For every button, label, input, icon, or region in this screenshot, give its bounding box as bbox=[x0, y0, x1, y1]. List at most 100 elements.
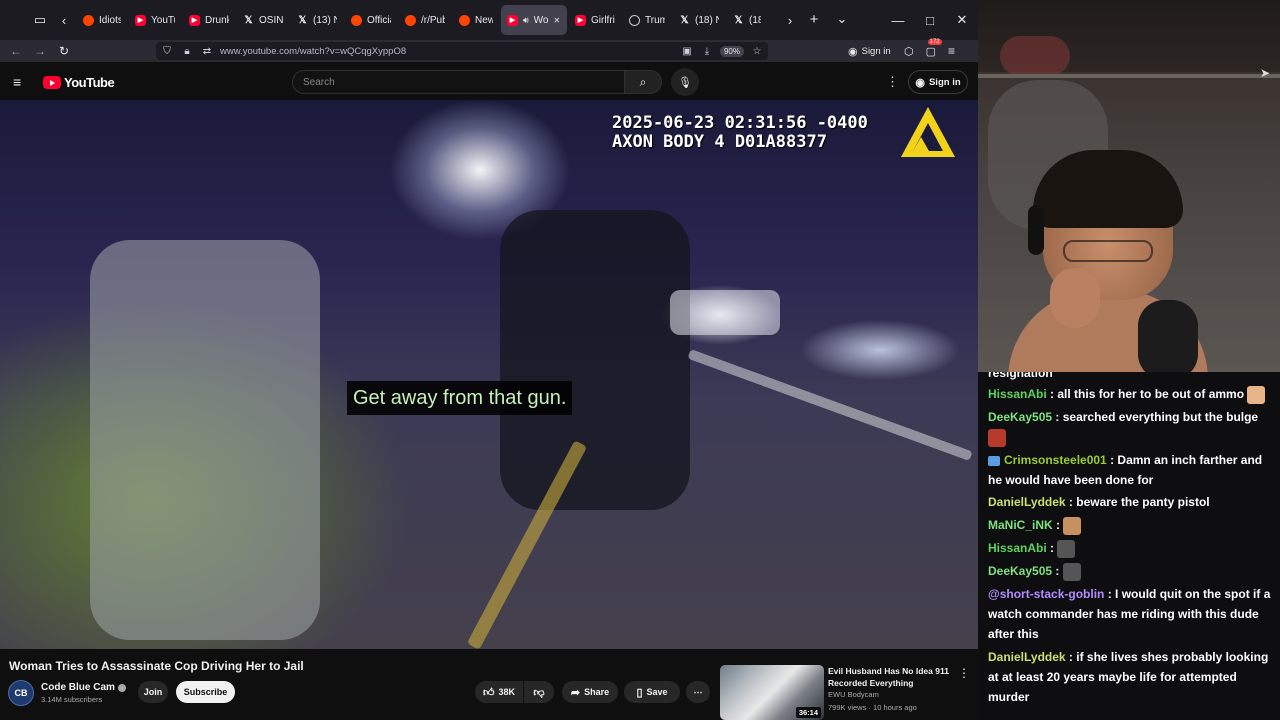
bookmark-star-icon[interactable]: ☆ bbox=[750, 46, 764, 57]
browser-tab[interactable]: Officia bbox=[345, 5, 397, 35]
extensions-icon[interactable]: ⬡ bbox=[904, 45, 914, 58]
chat-username[interactable]: DeeKay505 bbox=[988, 410, 1052, 424]
chat-separator: : bbox=[1104, 587, 1116, 601]
voice-search-button[interactable]: 🎙︎ bbox=[671, 68, 699, 96]
chat-username[interactable]: Crimsonsteele001 bbox=[1004, 453, 1107, 467]
account-icon[interactable]: ◉ bbox=[848, 45, 858, 58]
channel-name-text[interactable]: Code Blue Cam bbox=[41, 682, 115, 693]
save-label: Save bbox=[646, 687, 668, 697]
recommended-thumbnail[interactable]: 36:14 bbox=[720, 665, 824, 720]
picture-in-picture-icon[interactable]: ▣ bbox=[680, 46, 694, 57]
thumbs-down-icon: 👎︎ bbox=[533, 686, 545, 699]
tab-scroll-right-icon[interactable]: › bbox=[784, 13, 796, 28]
like-button[interactable]: 👍︎ 38K bbox=[475, 681, 523, 703]
video-player[interactable]: 2025-06-23 02:31:56 -0400 AXON BODY 4 D01… bbox=[0, 100, 978, 649]
chat-separator: : bbox=[1052, 410, 1063, 424]
tab-strip: Idiots ▶ YouTu ▶ Drunk 𝕏 OSINT 𝕏 (13) N Officia/r… bbox=[77, 5, 797, 35]
chat-message: HissanAbi : all this for her to be out o… bbox=[988, 384, 1278, 404]
browser-tab[interactable]: ▶ 🔊︎ Wo ✕ bbox=[501, 5, 567, 35]
more-options-icon[interactable]: ⋮ bbox=[886, 74, 899, 90]
chat-username[interactable]: DanielLyddek bbox=[988, 650, 1066, 664]
list-all-tabs-icon[interactable]: ⌄ bbox=[834, 11, 850, 27]
channel-name[interactable]: Code Blue Cam bbox=[41, 682, 126, 693]
search-placeholder: Search bbox=[303, 76, 335, 88]
reload-icon[interactable]: ↻ bbox=[52, 41, 76, 61]
browser-tab[interactable]: 𝕏 (13) N bbox=[291, 5, 343, 35]
cursor-icon: ➤ bbox=[1260, 66, 1271, 80]
close-tab-icon[interactable]: ✕ bbox=[554, 16, 561, 25]
lock-icon[interactable]: 🔒︎ bbox=[180, 46, 194, 57]
recommended-channel[interactable]: EWU Bodycam bbox=[828, 690, 879, 699]
chat-username[interactable]: HissanAbi bbox=[988, 541, 1047, 555]
subscriber-count: 3.14M subscribers bbox=[41, 695, 103, 704]
recommended-more-icon[interactable]: ⋮ bbox=[958, 666, 970, 680]
minimize-icon[interactable]: — bbox=[882, 0, 914, 40]
chat-message: HissanAbi : bbox=[988, 538, 1278, 558]
browser-tab[interactable]: News bbox=[453, 5, 499, 35]
chat-username[interactable]: MaNiC_iNK bbox=[988, 518, 1053, 532]
axon-logo-icon bbox=[901, 107, 955, 157]
x-favicon-icon: 𝕏 bbox=[680, 14, 689, 26]
share-icon: ➦ bbox=[570, 686, 581, 699]
browser-signin[interactable]: Sign in bbox=[862, 46, 891, 57]
chat-message: MaNiC_iNK : bbox=[988, 515, 1278, 535]
download-icon[interactable]: ⤓ bbox=[700, 46, 714, 57]
channel-avatar[interactable]: CB bbox=[8, 680, 34, 706]
forward-icon[interactable]: → bbox=[28, 41, 52, 61]
extension-badge-count: 172 bbox=[927, 38, 942, 45]
browser-tab[interactable]: 𝕏 (18) N bbox=[673, 5, 725, 35]
youtube-logo[interactable]: YouTube bbox=[43, 75, 115, 90]
recommended-title[interactable]: Evil Husband Has No Idea 911 Recorded Ev… bbox=[828, 665, 953, 689]
app-menu-icon[interactable]: ≡ bbox=[948, 44, 955, 58]
chat-username[interactable]: HissanAbi bbox=[988, 387, 1047, 401]
browser-tab[interactable]: ▶ YouTu bbox=[129, 5, 181, 35]
browser-tab[interactable]: ▶ Girlfri bbox=[569, 5, 621, 35]
extension-badge[interactable]: ▢ 172 bbox=[926, 38, 942, 58]
more-actions-button[interactable]: ⋯ bbox=[686, 681, 710, 703]
chat-username[interactable]: @short-stack-goblin bbox=[988, 587, 1104, 601]
join-button[interactable]: Join bbox=[138, 681, 168, 703]
tab-scroll-left-icon[interactable]: ‹ bbox=[57, 13, 71, 28]
chat-username[interactable]: DeeKay505 bbox=[988, 564, 1052, 578]
glasses bbox=[1063, 240, 1153, 262]
zoom-level[interactable]: 90% bbox=[719, 45, 744, 57]
chat-username[interactable]: DanielLyddek bbox=[988, 495, 1066, 509]
chat-emote-icon bbox=[1057, 539, 1076, 558]
hamburger-menu-icon[interactable]: ≡ bbox=[13, 74, 21, 90]
tab-overview-icon[interactable]: ▭ bbox=[29, 12, 51, 28]
back-icon[interactable]: ← bbox=[4, 41, 28, 61]
maximize-icon[interactable]: □ bbox=[914, 0, 946, 40]
browser-window: ▭ ‹ Idiots ▶ YouTu ▶ Drunk 𝕏 OSINT 𝕏 (13) N Offic… bbox=[0, 0, 978, 720]
browser-tab[interactable]: 𝕏 (18) bbox=[727, 5, 767, 35]
search-button[interactable]: ⌕ bbox=[624, 70, 662, 94]
audio-playing-icon[interactable]: 🔊︎ bbox=[523, 15, 529, 26]
dislike-button[interactable]: 👎︎ bbox=[524, 681, 554, 703]
url-text[interactable]: www.youtube.com/watch?v=wQCqgXyppO8 bbox=[220, 46, 406, 57]
search-input[interactable]: Search bbox=[292, 70, 625, 94]
subscribe-button[interactable]: Subscribe bbox=[176, 681, 235, 703]
background-shelf bbox=[978, 74, 1280, 78]
url-bar[interactable]: ⛉ 🔒︎ ⇄ www.youtube.com/watch?v=wQCqgXypp… bbox=[156, 42, 768, 60]
browser-tab[interactable]: Idiots bbox=[77, 5, 127, 35]
save-button[interactable]: ▯ Save bbox=[624, 681, 680, 703]
shield-icon[interactable]: ⛉ bbox=[160, 46, 174, 57]
youtube-signin-label: Sign in bbox=[928, 76, 961, 88]
x-favicon-icon: 𝕏 bbox=[244, 14, 253, 26]
new-tab-icon[interactable]: + bbox=[806, 11, 822, 28]
browser-tab[interactable]: 𝕏 OSINT bbox=[237, 5, 289, 35]
youtube-favicon-icon: ▶ bbox=[189, 14, 200, 26]
chat-message: DeeKay505 : bbox=[988, 561, 1278, 581]
close-window-icon[interactable]: ✕ bbox=[946, 0, 978, 40]
permissions-icon[interactable]: ⇄ bbox=[200, 46, 214, 57]
thumbs-up-icon: 👍︎ bbox=[482, 686, 495, 699]
share-label: Share bbox=[584, 687, 610, 697]
browser-tab[interactable]: /r/Pub bbox=[399, 5, 451, 35]
chat-message: DanielLyddek : beware the panty pistol bbox=[988, 492, 1278, 512]
share-button[interactable]: ➦ Share bbox=[562, 681, 618, 703]
browser-tab[interactable]: ▶ Drunk bbox=[183, 5, 235, 35]
browser-tab[interactable]: Trump bbox=[623, 5, 671, 35]
youtube-signin-button[interactable]: ◉ Sign in bbox=[908, 70, 968, 94]
microphone-icon: 🎙︎ bbox=[678, 76, 692, 89]
recommended-meta: 799K views · 10 hours ago bbox=[828, 703, 917, 712]
chat-emote-icon bbox=[1063, 516, 1082, 535]
